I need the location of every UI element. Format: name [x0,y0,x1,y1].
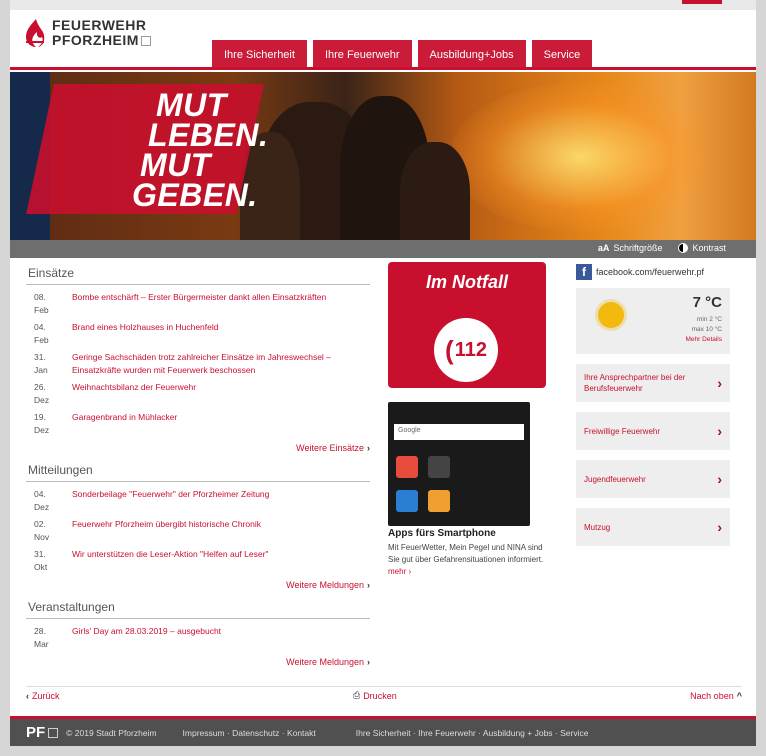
footer-links-right[interactable]: Ihre Sicherheit · Ihre Feuerwehr · Ausbi… [356,728,589,738]
footer-logo-grid-icon [48,727,59,738]
mitteilungen-heading: Mitteilungen [26,459,370,482]
top-strip [10,0,756,10]
link-mutzug[interactable]: Mutzug › [576,508,730,546]
chevron-left-icon: ‹ [26,690,29,701]
einsaetze-heading: Einsätze [26,262,370,285]
facebook-link[interactable]: f facebook.com/feuerwehr.pf [576,262,746,282]
emergency-number: (112 [434,318,498,382]
copyright: © 2019 Stadt Pforzheim [66,727,157,738]
header: FEUERWEHR PFORZHEIM Ihre Sicherheit Ihre… [10,10,756,70]
more-veranstaltungen-link[interactable]: Weitere Meldungen › [26,657,370,667]
list-item[interactable]: 31. Okt Wir unterstützen die Leser-Aktion… [26,548,370,574]
footer-links-left[interactable]: Impressum · Datenschutz · Kontakt [183,728,316,738]
list-item[interactable]: 19. Dez Garagenbrand in Mühlacker [26,411,370,437]
font-size-toggle[interactable]: aA Schriftgröße [598,243,663,253]
logo-line-2: PFORZHEIM [52,32,139,48]
hero-slogan: MUT LEBEN. MUT GEBEN. [132,87,269,213]
veranstaltungen-list: 28. Mar Girls' Day am 28.03.2019 – ausgeb… [26,625,370,651]
footer-nav: ‹ Zurück ⎙ Drucken Nach oben ^ [26,686,742,704]
notfall-box[interactable]: Im Notfall (112 [388,262,546,388]
contrast-toggle[interactable]: Kontrast [678,243,726,253]
nav-ihre-sicherheit[interactable]: Ihre Sicherheit [212,40,307,70]
chevron-right-icon: › [717,422,722,439]
sun-icon [598,302,624,328]
list-item[interactable]: 26. Dez Weihnachtsbilanz der Feuerwehr [26,381,370,407]
chevron-right-icon: › [367,443,370,453]
nav-ausbildung-jobs[interactable]: Ausbildung+Jobs [417,40,526,70]
link-ansprechpartner[interactable]: Ihre Ansprechpartner bei der Berufsfeuer… [576,364,730,402]
flame-logo-icon [24,18,46,48]
site-logo[interactable]: FEUERWEHR PFORZHEIM [24,18,151,48]
chevron-right-icon: › [717,518,722,535]
weather-details-link[interactable]: Mehr Details [686,336,722,343]
more-mitteilungen-link[interactable]: Weitere Meldungen › [26,580,370,590]
app-icon [396,456,418,478]
link-freiwillige-feuerwehr[interactable]: Freiwillige Feuerwehr › [576,412,730,450]
apps-more-link[interactable]: mehr › [388,567,411,576]
hero-banner: MUT LEBEN. MUT GEBEN. [10,72,756,240]
logo-grid-icon [140,35,151,46]
footer-logo: PF [26,724,46,741]
app-icon [428,456,450,478]
logo-line-1: FEUERWEHR [52,17,147,33]
print-icon: ⎙ [352,690,361,700]
middle-column: Im Notfall (112 Google Apps fürs Smartph… [388,262,548,578]
weather-temp: 7 °C [692,294,722,311]
chevron-right-icon: › [717,470,722,487]
link-jugendfeuerwehr[interactable]: Jugendfeuerwehr › [576,460,730,498]
right-column: f facebook.com/feuerwehr.pf 7 °C min 2 °C… [576,262,746,546]
phone-search-bar: Google [394,424,524,440]
nav-service[interactable]: Service [531,40,593,70]
chevron-up-icon: ^ [736,690,742,701]
site-footer: PF © 2019 Stadt Pforzheim Impressum · Da… [10,716,756,746]
list-item[interactable]: 08. Feb Bombe entschärft – Erster Bürgerm… [26,291,370,317]
veranstaltungen-heading: Veranstaltungen [26,596,370,619]
more-einsaetze-link[interactable]: Weitere Einsätze › [26,443,370,453]
back-link[interactable]: ‹ Zurück [26,691,60,701]
phone-icon: ( [445,334,454,365]
list-item[interactable]: 31. Jan Geringe Sachschäden trotz zahlrei… [26,351,370,377]
app-icon [396,490,418,512]
list-item[interactable]: 28. Mar Girls' Day am 28.03.2019 – ausgeb… [26,625,370,651]
app-icon [428,490,450,512]
smartphone-apps-image[interactable]: Google [388,402,530,526]
contrast-icon [678,243,689,253]
chevron-right-icon: › [367,657,370,667]
chevron-right-icon: › [367,580,370,590]
page: FEUERWEHR PFORZHEIM Ihre Sicherheit Ihre… [10,10,756,716]
notfall-title: Im Notfall [425,272,508,292]
news-column: Einsätze 08. Feb Bombe entschärft – Erste… [26,262,370,673]
einsaetze-list: 08. Feb Bombe entschärft – Erster Bürgerm… [26,291,370,437]
apps-title: Apps fürs Smartphone [388,528,496,539]
mitteilungen-list: 04. Dez Sonderbeilage "Feuerwehr" der Pfo… [26,488,370,574]
chevron-right-icon: › [717,374,722,391]
list-item[interactable]: 04. Dez Sonderbeilage "Feuerwehr" der Pfo… [26,488,370,514]
apps-text: Mit FeuerWetter, Mein Pegel und NINA sin… [388,543,544,576]
facebook-icon: f [576,264,592,280]
main-content: Einsätze 08. Feb Bombe entschärft – Erste… [26,262,746,682]
utility-bar: aA Schriftgröße Kontrast [10,240,756,258]
main-nav: Ihre Sicherheit Ihre Feuerwehr Ausbildun… [212,40,593,70]
print-link[interactable]: ⎙ Drucken [353,690,397,701]
nav-ihre-feuerwehr[interactable]: Ihre Feuerwehr [312,40,412,70]
weather-widget[interactable]: 7 °C min 2 °C max 10 °C Mehr Details [576,288,730,354]
list-item[interactable]: 04. Feb Brand eines Holzhauses in Huchenf… [26,321,370,347]
back-to-top-link[interactable]: Nach oben ^ [690,691,742,701]
list-item[interactable]: 02. Nov Feuerwehr Pforzheim übergibt hist… [26,518,370,544]
font-size-icon: aA [597,243,610,253]
